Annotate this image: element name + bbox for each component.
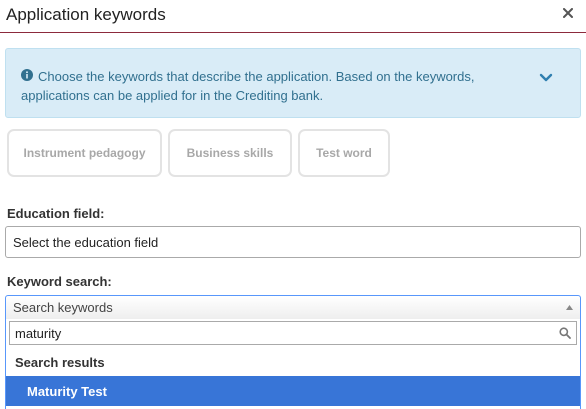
dialog-header: Application keywords (0, 0, 586, 33)
search-results-group-label: Search results (15, 355, 105, 370)
info-text-wrapper: Choose the keywords that describe the ap… (21, 67, 511, 105)
keyword-chip[interactable]: Test word (298, 129, 390, 177)
keyword-dropdown: maturity Search results Maturity Test (5, 319, 581, 409)
keyword-search-placeholder: Search keywords (13, 300, 113, 315)
info-text: Choose the keywords that describe the ap… (21, 69, 475, 103)
chevron-down-icon[interactable] (539, 73, 553, 83)
education-field-label: Education field: (7, 206, 105, 221)
dialog-title: Application keywords (6, 5, 166, 24)
keyword-search-value: maturity (15, 325, 62, 341)
education-field-select[interactable]: Select the education field (5, 226, 581, 258)
caret-up-icon (566, 305, 573, 310)
search-result-item[interactable]: Maturity Test (6, 376, 580, 406)
keyword-chip[interactable]: Instrument pedagogy (7, 129, 162, 177)
education-field-value: Select the education field (13, 234, 159, 250)
keyword-search-input[interactable]: maturity (9, 321, 577, 345)
keyword-search-select[interactable]: Search keywords (5, 295, 581, 319)
keyword-chip[interactable]: Business skills (168, 129, 292, 177)
keyword-search-label: Keyword search: (7, 274, 112, 289)
magnifier-icon (559, 327, 571, 339)
close-icon[interactable] (561, 5, 575, 21)
info-alert: Choose the keywords that describe the ap… (5, 48, 581, 118)
